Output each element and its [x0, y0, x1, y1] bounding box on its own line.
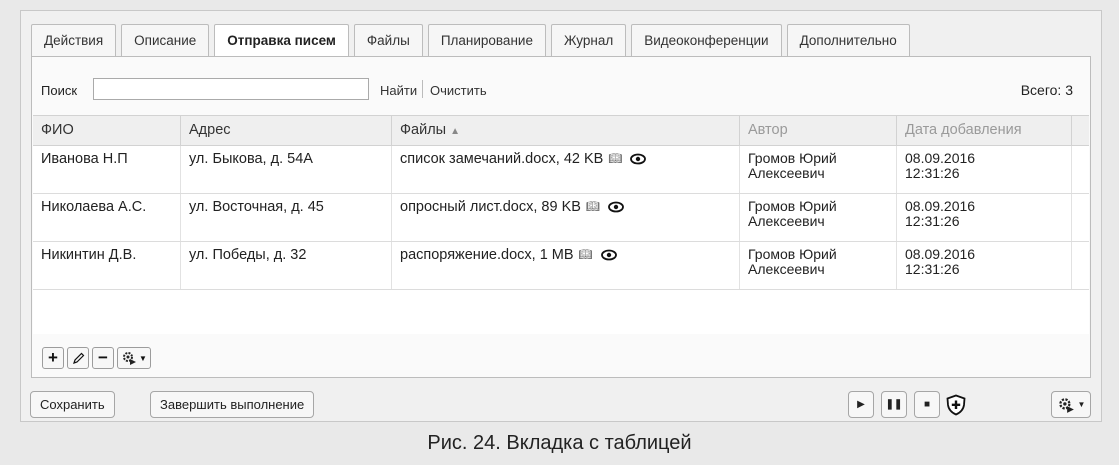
cell-fio: Иванова Н.П: [33, 146, 181, 193]
author-line: Алексеевич: [748, 165, 825, 181]
pause-icon: ❚❚: [885, 399, 903, 410]
search-bar: Поиск Найти Очистить Всего: 3: [32, 78, 1090, 104]
chevron-down-icon: ▼: [139, 353, 147, 363]
file-link[interactable]: распоряжение.docx, 1 MB: [400, 247, 574, 263]
eye-icon[interactable]: [600, 249, 617, 266]
cell-author: Громов Юрий Алексеевич: [740, 146, 897, 193]
tab-actions[interactable]: Действия: [31, 24, 117, 56]
eye-icon[interactable]: [607, 201, 624, 218]
cell-spacer: [1072, 146, 1089, 193]
stop-button[interactable]: ■: [914, 391, 940, 418]
save-button[interactable]: Сохранить: [30, 391, 115, 418]
cell-fio: Никинтин Д.В.: [33, 242, 181, 289]
stop-icon: ■: [923, 399, 931, 410]
table-row[interactable]: Николаева А.С. ул. Восточная, д. 45 опро…: [33, 194, 1089, 242]
main-panel: Действия Описание Отправка писем Файлы П…: [20, 10, 1102, 422]
tab-planning[interactable]: Планирование: [427, 24, 546, 56]
tab-send-letters[interactable]: Отправка писем: [214, 24, 349, 58]
tab-content: Поиск Найти Очистить Всего: 3 ФИО Адрес …: [31, 56, 1091, 378]
delete-row-button[interactable]: −: [92, 347, 114, 369]
plus-icon: +: [48, 348, 58, 367]
book-icon[interactable]: 📖︎: [608, 151, 622, 168]
tab-files[interactable]: Файлы: [353, 24, 423, 56]
cell-file: распоряжение.docx, 1 MB 📖︎: [392, 242, 740, 289]
minus-icon: −: [98, 348, 108, 367]
column-header-author[interactable]: Автор: [740, 116, 897, 145]
search-input[interactable]: [93, 78, 369, 100]
cell-author: Громов Юрий Алексеевич: [740, 242, 897, 289]
cell-spacer: [1072, 242, 1089, 289]
cell-author: Громов Юрий Алексеевич: [740, 194, 897, 241]
divider: [422, 80, 423, 98]
cell-date: 08.09.2016 12:31:26: [897, 194, 1072, 241]
shield-button[interactable]: [943, 391, 969, 418]
cell-date: 08.09.2016 12:31:26: [897, 146, 1072, 193]
pencil-icon: [72, 352, 84, 364]
author-line: Алексеевич: [748, 213, 825, 229]
cell-fio: Николаева А.С.: [33, 194, 181, 241]
column-header-address[interactable]: Адрес: [181, 116, 392, 145]
column-header-fio[interactable]: ФИО: [33, 116, 181, 145]
book-icon[interactable]: 📖︎: [586, 199, 600, 216]
find-button[interactable]: Найти: [380, 83, 417, 98]
table-header: ФИО Адрес Файлы ▲ Автор Дата добавления: [33, 115, 1089, 146]
tab-additional[interactable]: Дополнительно: [786, 24, 910, 56]
cell-file: список замечаний.docx, 42 KB 📖︎: [392, 146, 740, 193]
cell-address: ул. Восточная, д. 45: [181, 194, 392, 241]
cell-address: ул. Победы, д. 32: [181, 242, 392, 289]
shield-plus-icon: [946, 394, 966, 415]
tab-description[interactable]: Описание: [121, 24, 210, 56]
column-header-date[interactable]: Дата добавления: [897, 116, 1072, 145]
file-link[interactable]: список замечаний.docx, 42 KB: [400, 151, 603, 167]
time-line: 12:31:26: [905, 165, 960, 181]
cell-spacer: [1072, 194, 1089, 241]
tab-video-conferences[interactable]: Видеоконференции: [631, 24, 782, 56]
column-header-files-label: Файлы: [400, 122, 447, 138]
chevron-down-icon: ▼: [1077, 400, 1086, 409]
total-count: Всего: 3: [1020, 82, 1073, 98]
run-actions-dropdown[interactable]: ▼: [1051, 391, 1091, 418]
sort-ascending-icon: ▲: [450, 126, 460, 137]
book-icon[interactable]: 📖︎: [579, 247, 593, 264]
actions-dropdown-button[interactable]: ▼: [117, 347, 151, 369]
edit-row-button[interactable]: [67, 347, 89, 369]
play-icon: ▶: [857, 399, 865, 410]
cell-address: ул. Быкова, д. 54А: [181, 146, 392, 193]
date-line: 08.09.2016: [905, 198, 976, 214]
gear-play-icon: [123, 352, 137, 365]
figure-caption: Рис. 24. Вкладка с таблицей: [427, 432, 692, 454]
time-line: 12:31:26: [905, 261, 960, 277]
date-line: 08.09.2016: [905, 150, 976, 166]
date-line: 08.09.2016: [905, 246, 976, 262]
gear-play-icon: [1058, 397, 1074, 413]
eye-icon[interactable]: [630, 153, 647, 170]
table-toolbar: + − ▼: [42, 347, 154, 369]
table-row[interactable]: Иванова Н.П ул. Быкова, д. 54А список за…: [33, 146, 1089, 194]
add-row-button[interactable]: +: [42, 347, 64, 369]
clear-button[interactable]: Очистить: [430, 83, 487, 98]
tab-bar: Действия Описание Отправка писем Файлы П…: [31, 24, 915, 58]
author-line: Громов Юрий: [748, 198, 837, 214]
author-line: Громов Юрий: [748, 246, 837, 262]
author-line: Громов Юрий: [748, 150, 837, 166]
tab-journal[interactable]: Журнал: [550, 24, 627, 56]
search-label: Поиск: [41, 83, 78, 98]
play-button[interactable]: ▶: [848, 391, 874, 418]
cell-date: 08.09.2016 12:31:26: [897, 242, 1072, 289]
data-table: ФИО Адрес Файлы ▲ Автор Дата добавления И…: [33, 115, 1089, 334]
pause-button[interactable]: ❚❚: [881, 391, 907, 418]
column-header-files[interactable]: Файлы ▲: [392, 116, 740, 145]
column-header-spacer: [1072, 116, 1089, 145]
finish-execution-button[interactable]: Завершить выполнение: [150, 391, 315, 418]
cell-file: опросный лист.docx, 89 KB 📖︎: [392, 194, 740, 241]
file-link[interactable]: опросный лист.docx, 89 KB: [400, 199, 581, 215]
time-line: 12:31:26: [905, 213, 960, 229]
table-row[interactable]: Никинтин Д.В. ул. Победы, д. 32 распоряж…: [33, 242, 1089, 290]
author-line: Алексеевич: [748, 261, 825, 277]
